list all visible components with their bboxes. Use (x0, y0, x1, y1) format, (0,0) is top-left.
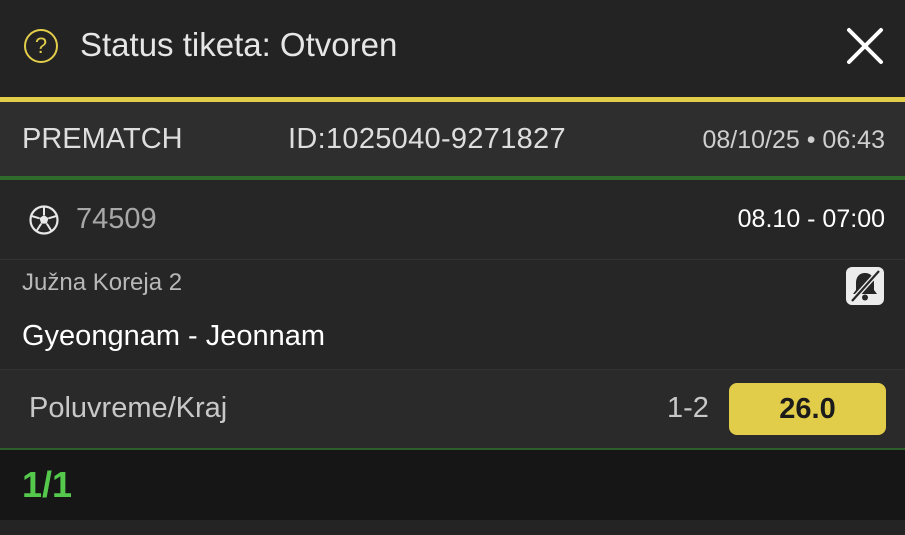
bell-off-icon[interactable] (845, 266, 885, 306)
ticket-datetime: 08/10/25 • 06:43 (702, 126, 885, 154)
league-name: Južna Koreja 2 (22, 269, 183, 296)
ticket-header: ? Status tiketa: Otvoren (0, 0, 905, 97)
bet-pick: 1-2 (667, 392, 709, 424)
odds-badge[interactable]: 26.0 (729, 383, 886, 435)
ticket-type: PREMATCH (22, 123, 183, 155)
ticket-status-title: Status tiketa: Otvoren (80, 26, 398, 63)
help-icon[interactable]: ? (24, 29, 58, 63)
ticket-id: ID:1025040-9271827 (288, 123, 566, 155)
bet-row: Poluvreme/Kraj 1-2 26.0 (0, 370, 905, 450)
soccer-ball-icon (29, 205, 59, 235)
bet-market: Poluvreme/Kraj (29, 392, 228, 424)
event-info-row: 74509 08.10 - 07:00 (0, 180, 905, 260)
ticket-footer: 1/1 (0, 450, 905, 520)
ticket-counter: 1/1 (22, 464, 73, 505)
event-start-time: 08.10 - 07:00 (737, 205, 885, 233)
match-teams: Gyeongnam - Jeonnam (22, 320, 326, 352)
ticket-meta-row: PREMATCH ID:1025040-9271827 08/10/25 • 0… (0, 102, 905, 176)
close-icon[interactable] (845, 26, 885, 66)
bottom-strip (0, 520, 905, 535)
event-code: 74509 (76, 203, 157, 235)
match-info-row: Južna Koreja 2 Gyeongnam - Jeonnam (0, 260, 905, 370)
